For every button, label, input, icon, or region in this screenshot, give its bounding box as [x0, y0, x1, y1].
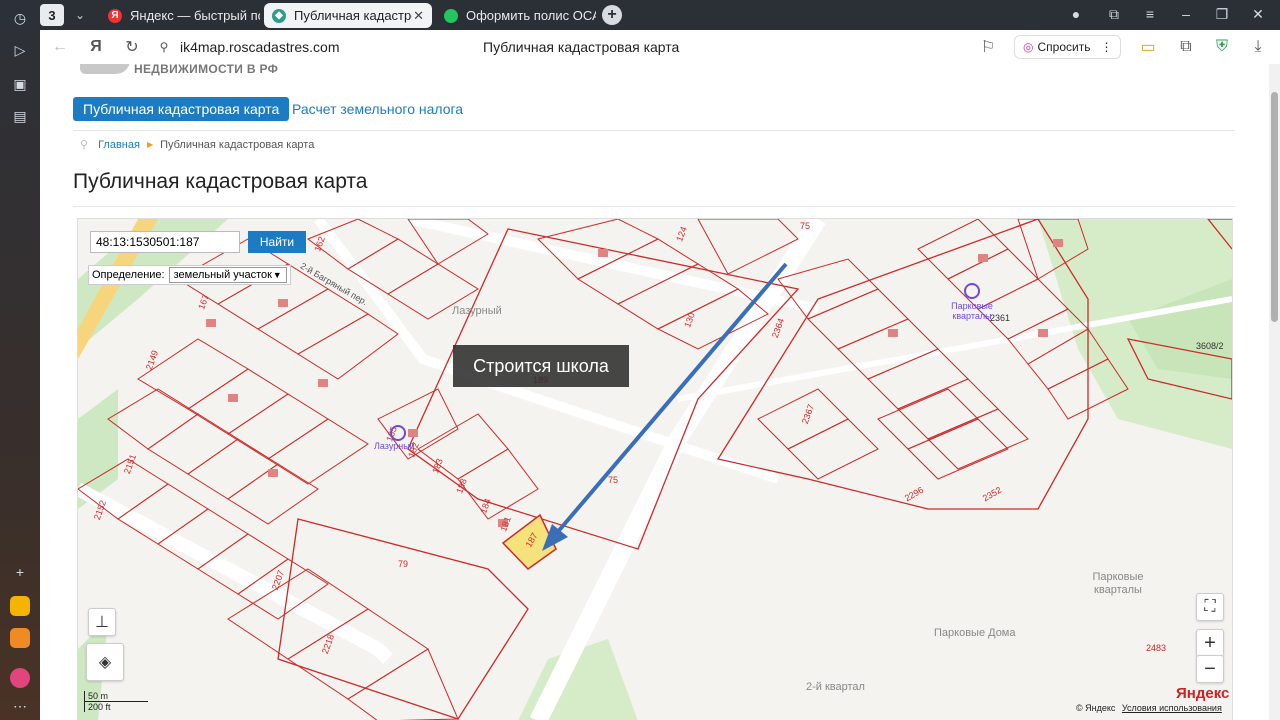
parcel-label: 75: [608, 475, 619, 485]
browser-sidebar: ◷ ▷ ▣ ▤ + ⋯: [0, 0, 40, 720]
poi-icon[interactable]: [390, 425, 406, 441]
chevron-right-icon: ▶: [146, 140, 154, 149]
fullscreen-icon[interactable]: ⛶: [1196, 593, 1224, 621]
ask-label: Спросить: [1037, 40, 1091, 54]
new-tab-button[interactable]: +: [602, 5, 622, 25]
yandex-home-icon[interactable]: Я: [86, 37, 106, 57]
security-icon[interactable]: ⛨: [1212, 37, 1232, 57]
ruler-icon[interactable]: ⊥: [88, 608, 116, 636]
page-heading: Публичная кадастровая карта: [73, 170, 368, 193]
alice-icon[interactable]: [10, 668, 30, 688]
definition-value: земельный участок: [173, 269, 272, 281]
screenshot-icon[interactable]: ▤: [8, 104, 32, 128]
breadcrumb-current: Публичная кадастровая карта: [160, 138, 315, 151]
chevron-down-icon[interactable]: ⌄: [68, 4, 92, 26]
bookmark-icon[interactable]: ⚐: [978, 37, 998, 57]
profile-icon[interactable]: ●: [1066, 6, 1086, 22]
map-copyright: © Яндекс Условия использования: [1076, 703, 1222, 713]
divider: [73, 206, 1235, 207]
tab-title: Оформить полис ОСАГО: [466, 8, 596, 23]
place-label: Парковые Дома: [934, 627, 1016, 639]
ai-icon: ◎: [1023, 40, 1034, 54]
breadcrumb: ⚲ Главная ▶ Публичная кадастровая карта: [80, 138, 315, 152]
zoom-out-button[interactable]: −: [1196, 655, 1224, 683]
yandex-icon: Я: [108, 8, 122, 23]
tab-counter-icon[interactable]: ▣: [8, 72, 32, 96]
tab-strip: 3 ⌄ Я Яндекс — быстрый поиск ◆ Публичная…: [40, 0, 1280, 30]
definition-select[interactable]: земельный участок ▼: [168, 267, 287, 283]
nav-cadastral-map[interactable]: Публичная кадастровая карта: [73, 97, 290, 121]
ask-button[interactable]: ◎ Спросить ⋮: [1014, 35, 1122, 59]
address-bar: ← Я ↻ ⚲ ik4map.roscadastres.com Публична…: [40, 30, 1280, 65]
close-icon[interactable]: ✕: [413, 8, 424, 24]
place-label: Парковые кварталы: [1092, 571, 1144, 596]
battery-icon[interactable]: ▭: [1138, 37, 1158, 57]
close-window-icon[interactable]: ✕: [1248, 6, 1268, 23]
terms-link[interactable]: Условия использования: [1122, 703, 1222, 713]
page-title-display: Публичная кадастровая карта: [483, 39, 680, 55]
breadcrumb-home[interactable]: Главная: [98, 139, 140, 151]
poi-icon[interactable]: [964, 283, 980, 299]
more-icon[interactable]: ⋮: [1100, 40, 1112, 54]
parcel-label: 75: [800, 221, 811, 231]
scrollbar-thumb[interactable]: [1271, 92, 1278, 322]
tab-title: Яндекс — быстрый поиск: [130, 8, 260, 23]
location-pin-icon: ⚲: [80, 139, 89, 151]
annotation-callout: Строится школа: [453, 345, 629, 387]
map-scale: 50 m 200 ft: [84, 691, 148, 712]
add-icon[interactable]: +: [8, 560, 32, 584]
definition-label: Определение:: [92, 269, 165, 281]
app-icon-mail[interactable]: [10, 628, 30, 648]
url-field[interactable]: ik4map.roscadastres.com: [180, 39, 340, 55]
history-icon[interactable]: ◷: [8, 6, 32, 30]
site-logo-map-icon: [80, 64, 130, 74]
parcel-label: 2483: [1146, 643, 1167, 653]
map-canvas[interactable]: [78, 219, 1232, 720]
app-icon-market[interactable]: [10, 596, 30, 616]
parcel-label: 2361: [990, 313, 1011, 323]
play-icon[interactable]: ▷: [8, 38, 32, 62]
more-icon[interactable]: ⋯: [8, 694, 32, 718]
page-scrollbar[interactable]: [1269, 64, 1280, 720]
search-button[interactable]: Найти: [248, 231, 306, 253]
scale-feet: 200 ft: [84, 701, 148, 712]
yandex-logo: Яндекс: [1176, 685, 1230, 702]
back-icon[interactable]: ←: [50, 37, 70, 57]
zoom-in-button[interactable]: +: [1196, 629, 1224, 657]
parcel-label: 3608/2: [1196, 341, 1224, 351]
tab-cadastre[interactable]: ◆ Публичная кадастровая карта ✕: [264, 3, 432, 28]
site-info-icon[interactable]: ⚲: [154, 37, 174, 57]
copyright-text: © Яндекс: [1076, 703, 1116, 713]
nav-land-tax[interactable]: Расчет земельного налога: [292, 101, 463, 117]
chevron-down-icon: ▼: [272, 270, 282, 280]
web-page: НЕДВИЖИМОСТИ В РФ Публичная кадастровая …: [40, 64, 1269, 720]
reload-icon[interactable]: ↻: [122, 37, 142, 57]
layers-icon[interactable]: ◈: [86, 643, 124, 681]
scale-meters: 50 m: [84, 691, 138, 701]
cadastre-icon: ◆: [272, 8, 286, 23]
divider: [73, 130, 1235, 131]
restore-icon[interactable]: ❐: [1212, 6, 1232, 23]
definition-row: Определение: земельный участок ▼: [88, 265, 291, 285]
osago-icon: [444, 8, 458, 23]
collections-icon[interactable]: ⧉: [1104, 6, 1124, 23]
minimize-icon[interactable]: –: [1176, 6, 1196, 22]
tab-counter[interactable]: 3: [40, 4, 64, 26]
place-label: Лазурный: [452, 305, 502, 317]
extensions-icon[interactable]: ⧉: [1176, 37, 1196, 57]
cadastral-number-input[interactable]: [90, 231, 240, 253]
tab-osago[interactable]: Оформить полис ОСАГО: [436, 3, 596, 28]
tab-yandex[interactable]: Я Яндекс — быстрый поиск: [100, 3, 260, 28]
site-logo-text: НЕДВИЖИМОСТИ В РФ: [134, 64, 279, 76]
menu-icon[interactable]: ≡: [1140, 6, 1160, 22]
place-label: 2-й квартал: [806, 681, 865, 693]
parcel-label: 79: [398, 559, 409, 569]
cadastral-map[interactable]: Лазурный Лазурный Парковые кварталы Парк…: [77, 218, 1233, 720]
tab-title: Публичная кадастровая карта: [294, 8, 412, 23]
download-icon[interactable]: ⤓: [1248, 37, 1268, 57]
